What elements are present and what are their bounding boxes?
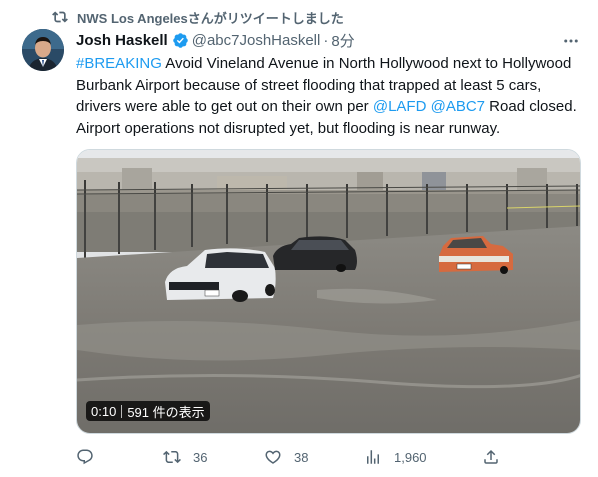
like-button[interactable]: 38 <box>264 446 308 468</box>
mention-abc7-link[interactable]: @ABC7 <box>431 98 485 115</box>
analytics-count: 1,960 <box>394 449 427 465</box>
video-thumbnail <box>77 150 580 433</box>
analytics-button[interactable]: 1,960 <box>364 446 427 468</box>
retweet-icon <box>52 11 68 23</box>
analytics-icon <box>367 450 379 464</box>
share-button[interactable] <box>482 446 500 468</box>
video-view-count: 591 件の表示 <box>127 404 205 420</box>
like-count: 38 <box>294 449 309 465</box>
video-info-badge: 0:10 591 件の表示 <box>86 401 210 421</box>
share-icon <box>484 449 498 464</box>
author-handle[interactable]: @abc7JoshHaskell <box>192 32 321 49</box>
tweet-actions: 36 38 1,960 <box>0 446 598 468</box>
retweet-count: 36 <box>193 449 208 465</box>
retweet-button[interactable]: 36 <box>163 446 207 468</box>
badge-divider <box>121 404 123 418</box>
tweet-text: #BREAKING Avoid Vineland Avenue in North… <box>76 53 586 139</box>
mention-lafd-link[interactable]: @LAFD <box>373 98 427 115</box>
avatar[interactable] <box>22 29 64 71</box>
more-options-icon[interactable] <box>562 32 580 50</box>
tweet-timestamp[interactable]: 8分 <box>331 30 354 51</box>
author-name[interactable]: Josh Haskell <box>76 32 168 49</box>
video-player[interactable] <box>76 149 581 434</box>
separator-dot: · <box>323 31 329 49</box>
tweet-header: Josh Haskell @abc7JoshHaskell · 8分 <box>76 30 355 50</box>
hashtag-link[interactable]: #BREAKING <box>76 55 162 72</box>
verified-badge-icon <box>172 32 188 48</box>
retweet-icon <box>163 450 181 464</box>
video-duration: 0:10 <box>91 403 117 419</box>
reply-button[interactable] <box>76 446 94 468</box>
heart-icon <box>265 450 281 464</box>
reply-icon <box>77 449 93 465</box>
retweeted-by-label[interactable]: NWS Los Angelesさんがリツイートしました <box>77 8 344 27</box>
